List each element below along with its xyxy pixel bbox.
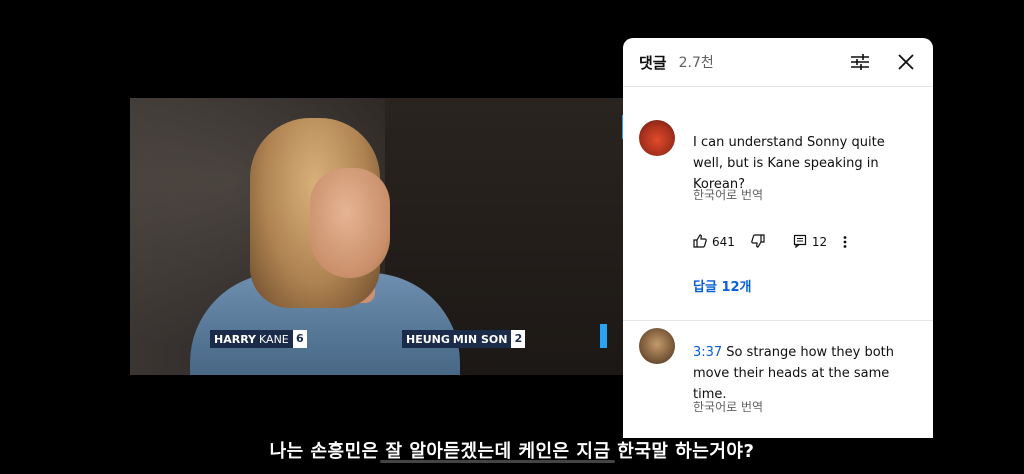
- comment-actions: 641 12: [693, 232, 918, 252]
- like-button[interactable]: 641: [693, 233, 735, 251]
- video-player[interactable]: HARRY KANE 6 HEUNG MIN SON 2: [130, 98, 625, 375]
- reply-icon: [793, 234, 807, 251]
- video-person-face: [310, 168, 390, 278]
- view-replies-link[interactable]: 답글 12개: [693, 276, 752, 295]
- replies-button[interactable]: 12: [793, 234, 827, 251]
- comments-header: 댓글 2.7천: [623, 38, 933, 87]
- comments-title: 댓글: [639, 53, 667, 72]
- lower-third-kane: HARRY KANE 6: [210, 330, 307, 348]
- son-number: 2: [511, 330, 526, 348]
- comments-panel: 댓글 2.7천 I can understand Sonny quite wel…: [623, 38, 933, 438]
- sliders-icon[interactable]: [849, 51, 871, 73]
- close-icon[interactable]: [895, 51, 917, 73]
- lower-third-son: HEUNG MIN SON 2: [402, 330, 526, 348]
- thumbs-down-icon: [751, 233, 765, 251]
- comment-text: So strange how they both move their head…: [693, 345, 895, 402]
- son-last-name: MIN SON: [452, 332, 508, 346]
- kane-first-name: HARRY: [214, 332, 257, 346]
- translate-link[interactable]: 한국어로 번역: [693, 398, 763, 415]
- like-count: 641: [712, 235, 735, 249]
- timestamp-link[interactable]: 3:37: [693, 345, 722, 360]
- kane-last-name: KANE: [259, 332, 289, 346]
- son-first-name: HEUNG: [406, 332, 450, 346]
- comments-count: 2.7천: [678, 55, 714, 71]
- dislike-button[interactable]: [751, 233, 765, 251]
- video-progress-bar[interactable]: [380, 460, 615, 463]
- comment-divider: [623, 320, 933, 321]
- comment-highlight-marker-2: [600, 324, 607, 348]
- translate-link[interactable]: 한국어로 번역: [693, 186, 763, 203]
- thumbs-up-icon: [693, 233, 707, 251]
- kane-number: 6: [292, 330, 307, 348]
- reply-count: 12: [811, 235, 828, 249]
- avatar[interactable]: [639, 328, 675, 364]
- avatar[interactable]: [639, 120, 675, 156]
- more-options-icon[interactable]: [843, 235, 847, 249]
- comment-text-wrapper: 3:37 So strange how they both move their …: [693, 342, 918, 405]
